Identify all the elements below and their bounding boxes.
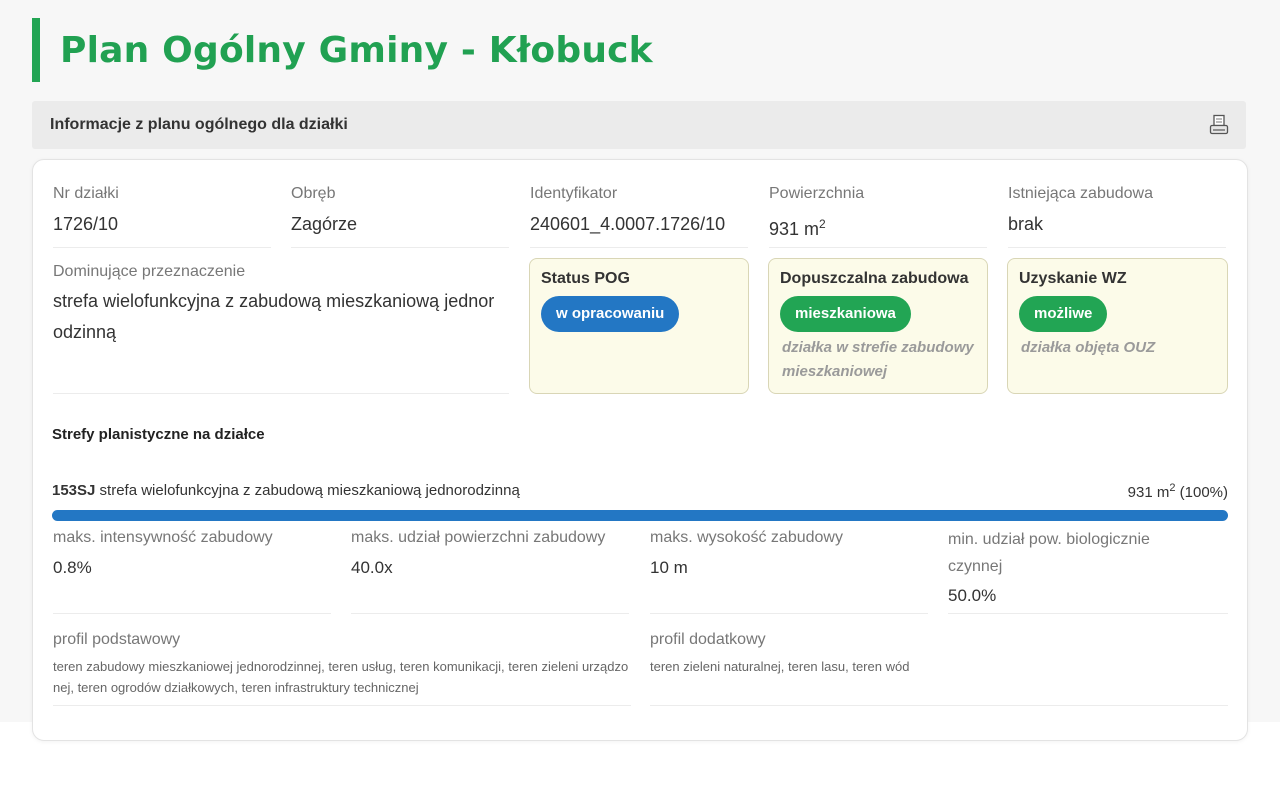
uzyskanie-wz-title: Uzyskanie WZ (1019, 270, 1127, 287)
param-wysokosc: maks. wysokość zabudowy 10 m (650, 526, 928, 614)
param-udzial-powierzchni-label: maks. udział powierzchni zabudowy (351, 529, 606, 546)
section-header: Informacje z planu ogólnego dla działki (32, 101, 1246, 149)
istniejaca-zabudowa-label: Istniejąca zabudowa (1008, 185, 1153, 202)
profil-dodatkowy-text: teren zieleni naturalnej, teren lasu, te… (650, 659, 910, 674)
title-accent-bar (32, 18, 40, 82)
profil-podstawowy-label: profil podstawowy (53, 631, 181, 648)
identyfikator-value: 240601_4.0007.1726/10 (530, 214, 726, 234)
param-pow-biologicznie-czynna: min. udział pow. biologicznie czynnej 50… (948, 526, 1228, 614)
zones-heading: Strefy planistyczne na działce (52, 426, 265, 443)
zone-name: strefa wielofunkcyjna z zabudową mieszka… (99, 482, 520, 499)
field-istniejaca-zabudowa: Istniejąca zabudowa brak (1008, 184, 1226, 248)
identyfikator-label: Identyfikator (530, 185, 618, 202)
param-pow-biologicznie-czynna-value: 50.0% (948, 586, 997, 605)
uzyskanie-wz-box: Uzyskanie WZ możliwe działka objęta OUZ (1007, 258, 1228, 394)
powierzchnia-value: 931 m2 (769, 212, 987, 241)
uzyskanie-wz-note: działka objęta OUZ (1021, 339, 1156, 356)
powierzchnia-number: 931 m (769, 219, 820, 239)
field-dominujace-przeznaczenie: Dominujące przeznaczenie strefa wielofun… (53, 262, 509, 394)
dominujace-przeznaczenie-value: strefa wielofunkcyjna z zabudową mieszka… (53, 291, 495, 342)
dopuszczalna-zabudowa-badge: mieszkaniowa (780, 296, 911, 332)
zone-description: 153SJ strefa wielofunkcyjna z zabudową m… (52, 482, 520, 501)
profil-podstawowy: profil podstawowy teren zabudowy mieszka… (53, 630, 631, 706)
dopuszczalna-zabudowa-title: Dopuszczalna zabudowa (780, 270, 969, 287)
obreb-value: Zagórze (291, 214, 358, 234)
param-wysokosc-value: 10 m (650, 558, 688, 577)
param-intensywnosc-label: maks. intensywność zabudowy (53, 529, 273, 546)
param-udzial-powierzchni: maks. udział powierzchni zabudowy 40.0x (351, 526, 629, 614)
profil-podstawowy-text: teren zabudowy mieszkaniowej jednorodzin… (53, 659, 629, 695)
status-pog-title: Status POG (541, 270, 630, 287)
powierzchnia-unit-exponent: 2 (819, 217, 826, 231)
field-obreb: Obręb Zagórze (291, 184, 509, 248)
zone-row: 153SJ strefa wielofunkcyjna z zabudową m… (52, 482, 1228, 501)
field-identyfikator: Identyfikator 240601_4.0007.1726/10 (530, 184, 748, 248)
printer-icon[interactable] (1208, 113, 1230, 137)
status-pog-box: Status POG w opracowaniu (529, 258, 749, 394)
param-intensywnosc-value: 0.8% (53, 558, 92, 577)
page-header: Plan Ogólny Gminy - Kłobuck (32, 18, 653, 82)
nr-dzialki-label: Nr działki (53, 185, 119, 202)
field-powierzchnia: Powierzchnia 931 m2 (769, 184, 987, 248)
dopuszczalna-zabudowa-box: Dopuszczalna zabudowa mieszkaniowa dział… (768, 258, 988, 394)
uzyskanie-wz-badge: możliwe (1019, 296, 1108, 332)
param-intensywnosc: maks. intensywność zabudowy 0.8% (53, 526, 331, 614)
page-title: Plan Ogólny Gminy - Kłobuck (60, 29, 653, 71)
zone-area-share: (100%) (1175, 484, 1228, 501)
param-wysokosc-label: maks. wysokość zabudowy (650, 529, 843, 546)
powierzchnia-label: Powierzchnia (769, 185, 865, 202)
zone-code: 153SJ (52, 482, 96, 499)
dominujace-przeznaczenie-label: Dominujące przeznaczenie (53, 263, 246, 280)
status-pog-badge: w opracowaniu (541, 296, 680, 332)
param-udzial-powierzchni-value: 40.0x (351, 558, 393, 577)
section-title: Informacje z planu ogólnego dla działki (50, 116, 348, 133)
profil-dodatkowy-label: profil dodatkowy (650, 631, 766, 648)
field-nr-dzialki: Nr działki 1726/10 (53, 184, 271, 248)
istniejaca-zabudowa-value: brak (1008, 214, 1044, 234)
param-pow-biologicznie-czynna-label: min. udział pow. biologicznie czynnej (948, 531, 1150, 575)
obreb-label: Obręb (291, 185, 336, 202)
nr-dzialki-value: 1726/10 (53, 214, 119, 234)
dopuszczalna-zabudowa-note: działka w strefie zabudowy mieszkaniowej (782, 339, 974, 380)
zone-share-bar (52, 510, 1228, 521)
parcel-info-card: Nr działki 1726/10 Obręb Zagórze Identyf… (32, 159, 1248, 741)
zone-area-value: 931 m (1127, 484, 1170, 501)
zone-area: 931 m2 (100%) (1128, 482, 1228, 501)
profil-dodatkowy: profil dodatkowy teren zieleni naturalne… (650, 630, 1228, 706)
